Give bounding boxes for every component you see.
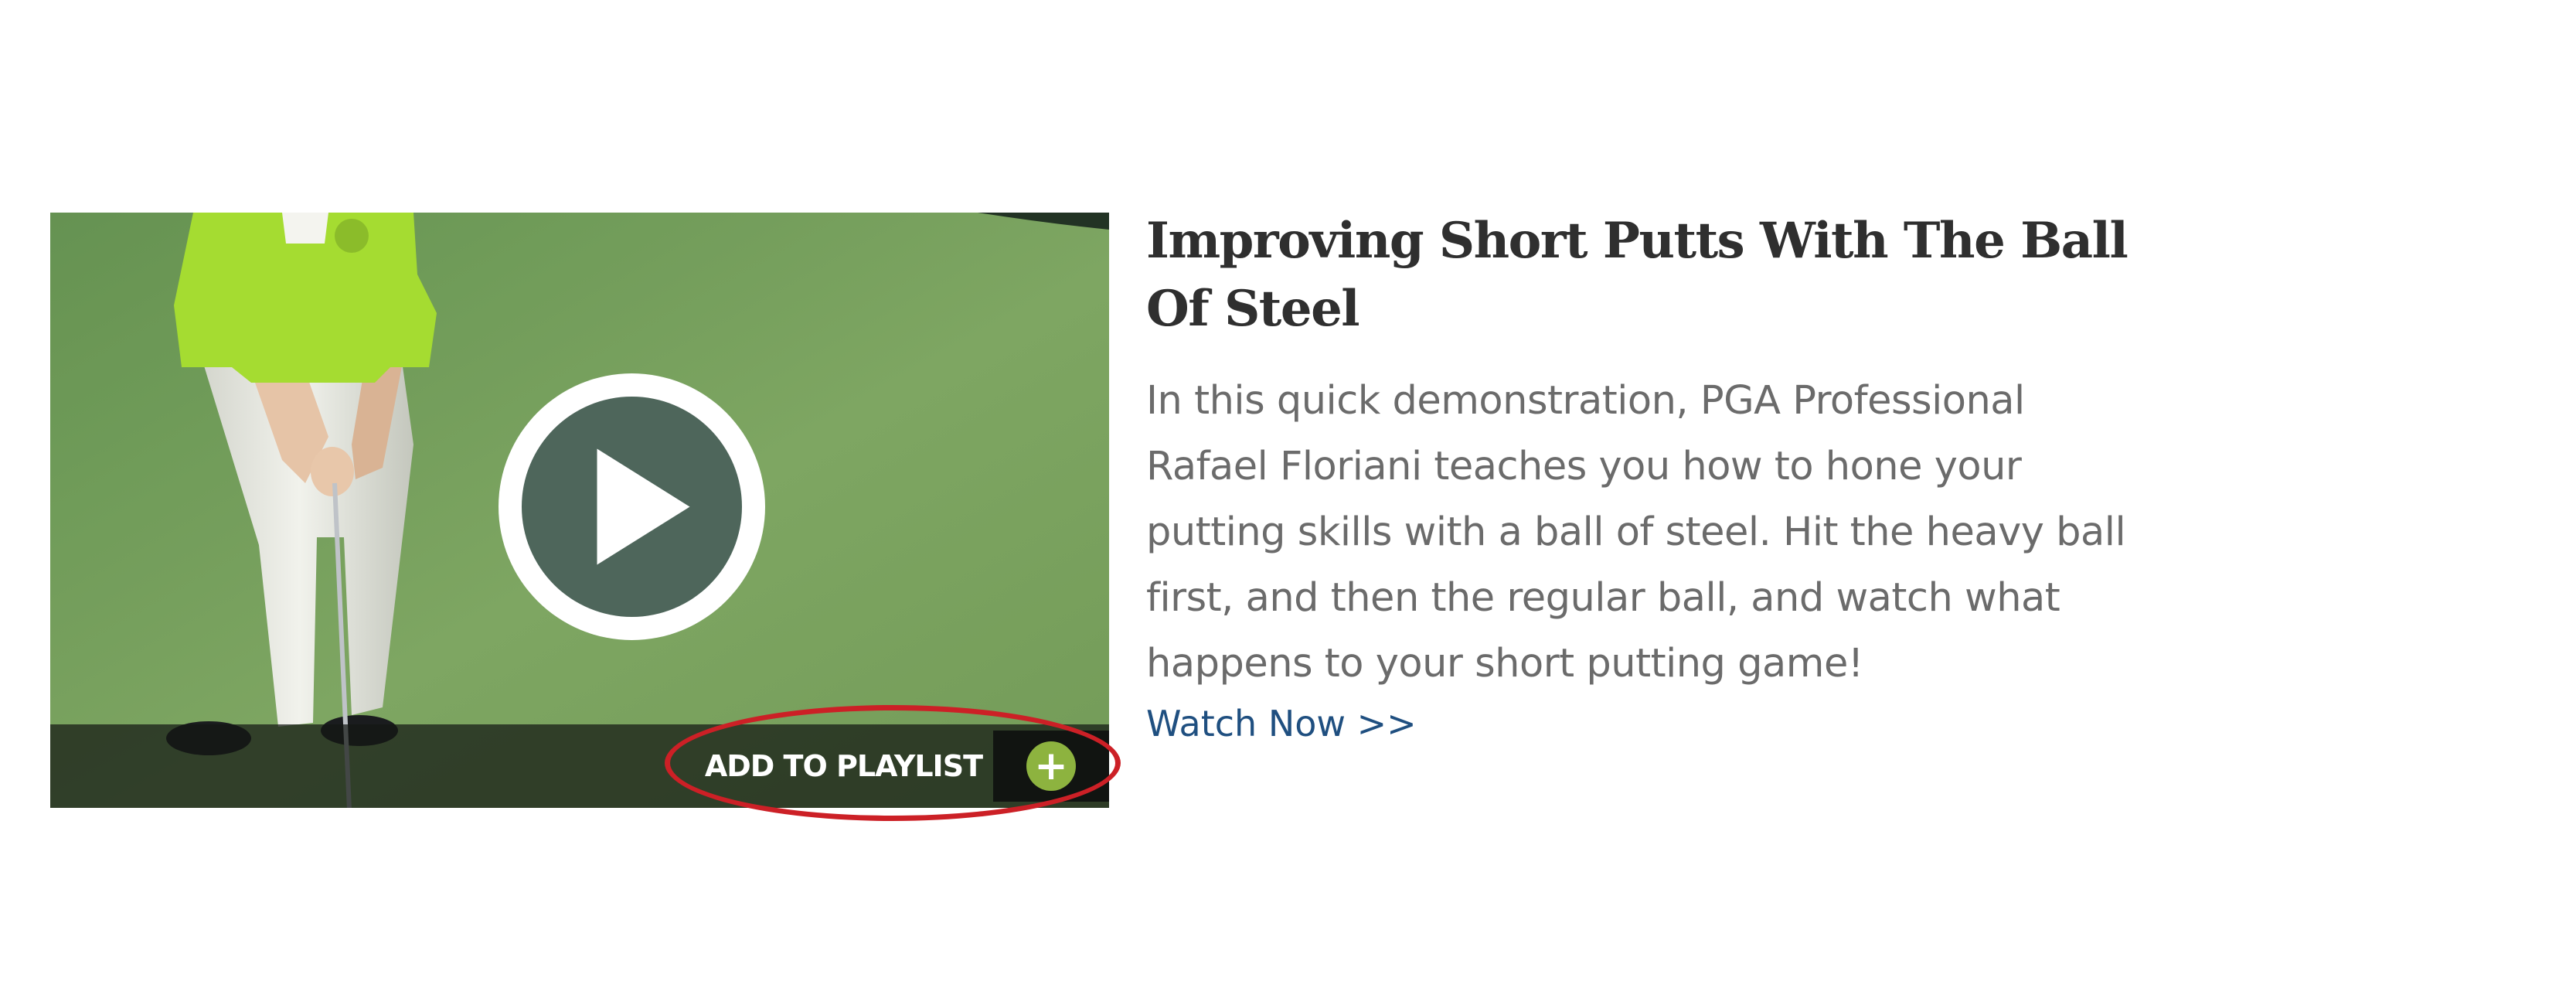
thumbnail-bottom-bar: ADD TO PLAYLIST + bbox=[50, 724, 1109, 808]
video-thumbnail[interactable]: ADD TO PLAYLIST + bbox=[50, 213, 1109, 808]
watch-now-link[interactable]: Watch Now >> bbox=[1146, 697, 1417, 751]
play-button[interactable] bbox=[487, 362, 777, 652]
play-icon bbox=[499, 373, 765, 640]
video-title[interactable]: Improving Short Putts With The Ball Of S… bbox=[1146, 207, 2151, 343]
plus-icon-box: + bbox=[993, 731, 1109, 802]
plus-icon: + bbox=[1026, 741, 1076, 791]
video-description: In this quick demonstration, PGA Profess… bbox=[1146, 378, 2126, 686]
page: ADD TO PLAYLIST + Improving Short Putts … bbox=[0, 0, 2576, 1005]
add-to-playlist-label: ADD TO PLAYLIST bbox=[704, 749, 983, 783]
video-info: Improving Short Putts With The Ball Of S… bbox=[1146, 207, 2151, 751]
add-to-playlist-button[interactable]: ADD TO PLAYLIST + bbox=[705, 724, 1109, 808]
